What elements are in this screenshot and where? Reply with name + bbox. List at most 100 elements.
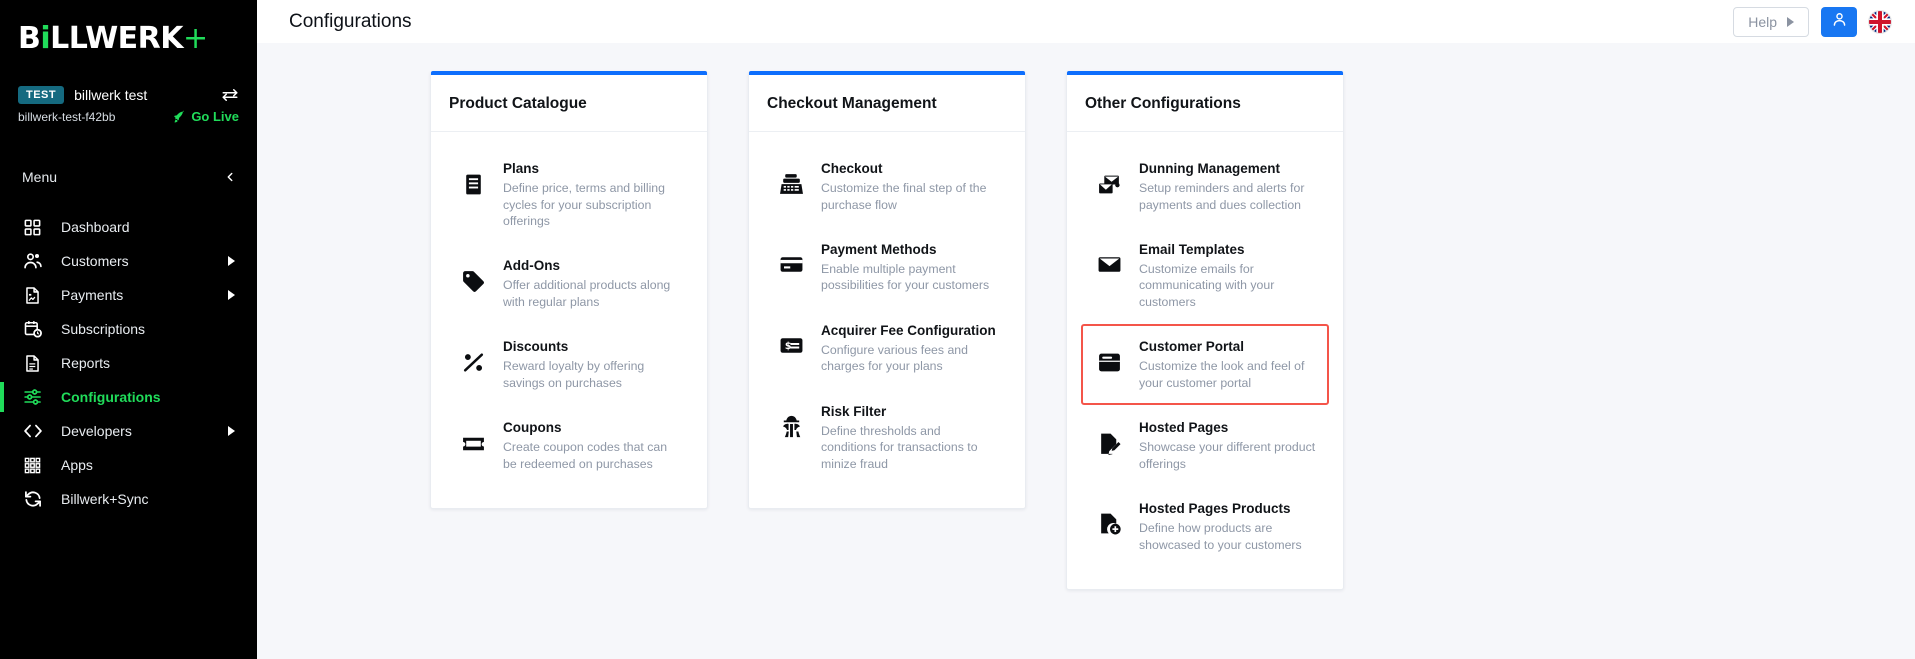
sidebar-item-label: Apps bbox=[61, 457, 93, 473]
calendar-clock-icon bbox=[22, 319, 43, 340]
config-entry-payment-methods[interactable]: Payment Methods Enable multiple payment … bbox=[763, 227, 1011, 308]
sidebar-item-label: Customers bbox=[61, 253, 129, 269]
document-icon bbox=[22, 353, 43, 374]
entry-text: Customer Portal Customize the look and f… bbox=[1139, 338, 1317, 391]
entry-text: Hosted Pages Showcase your different pro… bbox=[1139, 419, 1317, 472]
entry-description: Offer additional products along with reg… bbox=[503, 278, 671, 309]
config-entry-customer-portal[interactable]: Customer Portal Customize the look and f… bbox=[1081, 324, 1329, 406]
sidebar-item-developers[interactable]: Developers bbox=[0, 414, 257, 448]
logo-accent: i bbox=[40, 21, 51, 56]
chevron-right-icon[interactable] bbox=[228, 290, 235, 300]
entry-title: Dunning Management bbox=[1139, 161, 1280, 176]
card-header: Product Catalogue bbox=[431, 75, 707, 132]
entry-title: Discounts bbox=[503, 339, 569, 355]
entry-text: Payment Methods Enable multiple payment … bbox=[821, 241, 999, 294]
sidebar-item-label: Subscriptions bbox=[61, 321, 146, 337]
config-entry-checkout[interactable]: Checkout Customize the final step of the… bbox=[763, 146, 1011, 227]
page-plus-icon bbox=[1095, 510, 1123, 538]
sidebar-item-configurations[interactable]: Configurations bbox=[0, 380, 257, 414]
credit-card-icon bbox=[777, 251, 805, 279]
sidebar-item-reports[interactable]: Reports bbox=[0, 346, 257, 380]
chevron-right-icon bbox=[1787, 16, 1794, 27]
topbar: Configurations Help bbox=[257, 0, 1915, 43]
go-live-label: Go Live bbox=[191, 109, 239, 124]
menu-label: Menu bbox=[22, 169, 58, 185]
config-entry-coupons[interactable]: Coupons Create coupon codes that can be … bbox=[445, 405, 693, 486]
entry-description: Setup reminders and alerts for payments … bbox=[1139, 181, 1305, 212]
tenant-id: billwerk-test-f42bb bbox=[18, 109, 116, 124]
invoice-icon bbox=[22, 285, 43, 306]
sidebar: BiLLWERK+ TEST billwerk test billwerk-te… bbox=[0, 0, 257, 659]
sidebar-item-label: Dashboard bbox=[61, 219, 130, 235]
user-icon bbox=[1831, 11, 1848, 33]
card-title: Other Configurations bbox=[1085, 95, 1241, 112]
config-entry-dunning-management[interactable]: Dunning Management Setup reminders and a… bbox=[1081, 146, 1329, 227]
card-header: Other Configurations bbox=[1067, 75, 1343, 132]
cash-register-icon bbox=[777, 170, 805, 198]
sidebar-item-label: Developers bbox=[61, 423, 132, 439]
config-entry-hosted-pages[interactable]: Hosted Pages Showcase your different pro… bbox=[1081, 405, 1329, 486]
entry-title: Customer Portal bbox=[1139, 339, 1245, 355]
tenant-name: billwerk test bbox=[74, 87, 148, 103]
logo-mid: LLWERK bbox=[50, 21, 184, 56]
entry-text: Discounts Reward loyalty by offering sav… bbox=[503, 338, 681, 391]
entry-description: Define price, terms and billing cycles f… bbox=[503, 181, 665, 228]
sliders-icon bbox=[22, 387, 43, 408]
rocket-icon bbox=[172, 110, 186, 124]
config-entry-add-ons[interactable]: Add-Ons Offer additional products along … bbox=[445, 243, 693, 324]
percent-icon bbox=[459, 348, 487, 376]
sidebar-item-label: Billwerk+Sync bbox=[61, 491, 149, 507]
entry-description: Enable multiple payment possibilities fo… bbox=[821, 262, 990, 293]
config-entry-hosted-pages-products[interactable]: Hosted Pages Products Define how product… bbox=[1081, 486, 1329, 567]
entry-title: Hosted Pages bbox=[1139, 420, 1229, 436]
config-entry-acquirer-fee-configuration[interactable]: $ Acquirer Fee Configuration Configure v… bbox=[763, 308, 1011, 389]
entry-description: Create coupon codes that can be redeemed… bbox=[503, 440, 668, 471]
sidebar-item-customers[interactable]: Customers bbox=[0, 244, 257, 278]
card-title: Product Catalogue bbox=[449, 95, 587, 112]
entry-title: Plans bbox=[503, 161, 540, 176]
mail-stack-icon bbox=[1095, 170, 1123, 198]
topbar-actions: Help bbox=[1733, 6, 1891, 37]
chevron-right-icon[interactable] bbox=[228, 426, 235, 436]
entry-text: Acquirer Fee Configuration Configure var… bbox=[821, 322, 999, 375]
code-icon bbox=[22, 421, 43, 442]
entry-text: Email Templates Customize emails for com… bbox=[1139, 241, 1317, 310]
switch-tenant-icon[interactable] bbox=[221, 86, 239, 104]
entry-title: Payment Methods bbox=[821, 241, 937, 257]
sidebar-nav: Dashboard Customers Payments Subscriptio… bbox=[0, 210, 257, 516]
config-entry-discounts[interactable]: Discounts Reward loyalty by offering sav… bbox=[445, 324, 693, 405]
browser-window-icon bbox=[1095, 348, 1123, 376]
sidebar-item-dashboard[interactable]: Dashboard bbox=[0, 210, 257, 244]
help-button[interactable]: Help bbox=[1733, 6, 1809, 37]
sidebar-item-label: Configurations bbox=[61, 389, 161, 405]
chevron-left-icon[interactable] bbox=[223, 170, 237, 184]
entry-title: Risk Filter bbox=[821, 403, 887, 419]
go-live-button[interactable]: Go Live bbox=[172, 109, 239, 124]
logo-plus: + bbox=[183, 21, 208, 56]
sidebar-item-subscriptions[interactable]: Subscriptions bbox=[0, 312, 257, 346]
config-entry-email-templates[interactable]: Email Templates Customize emails for com… bbox=[1081, 227, 1329, 324]
billwerk-logo[interactable]: BiLLWERK+ bbox=[18, 24, 257, 54]
sidebar-item-billwerk-sync[interactable]: Billwerk+Sync bbox=[0, 482, 257, 516]
entry-description: Reward loyalty by offering savings on pu… bbox=[503, 359, 645, 390]
entry-description: Customize emails for communicating with … bbox=[1139, 262, 1275, 309]
user-account-button[interactable] bbox=[1821, 6, 1857, 37]
grid-icon bbox=[22, 217, 43, 238]
card-other-configurations: Other Configurations Dunning Management … bbox=[1066, 71, 1344, 590]
ticket-icon bbox=[459, 429, 487, 457]
content-area: Product Catalogue Plans Define price, te… bbox=[257, 43, 1915, 659]
entry-title: Acquirer Fee Configuration bbox=[821, 322, 996, 338]
chevron-right-icon[interactable] bbox=[228, 256, 235, 266]
entry-title: Hosted Pages Products bbox=[1139, 500, 1291, 516]
entry-text: Add-Ons Offer additional products along … bbox=[503, 257, 681, 310]
sidebar-item-apps[interactable]: Apps bbox=[0, 448, 257, 482]
entry-text: Checkout Customize the final step of the… bbox=[821, 160, 999, 213]
card-checkout-management: Checkout Management Checkout Customize t… bbox=[748, 71, 1026, 509]
sidebar-item-payments[interactable]: Payments bbox=[0, 278, 257, 312]
sync-icon bbox=[22, 489, 43, 510]
tenant-switcher[interactable]: TEST billwerk test billwerk-test-f42bb G… bbox=[0, 72, 257, 124]
config-entry-risk-filter[interactable]: Risk Filter Define thresholds and condit… bbox=[763, 389, 1011, 486]
entry-text: Hosted Pages Products Define how product… bbox=[1139, 500, 1317, 553]
uk-flag-icon[interactable] bbox=[1869, 10, 1891, 33]
config-entry-plans[interactable]: Plans Define price, terms and billing cy… bbox=[445, 146, 693, 243]
